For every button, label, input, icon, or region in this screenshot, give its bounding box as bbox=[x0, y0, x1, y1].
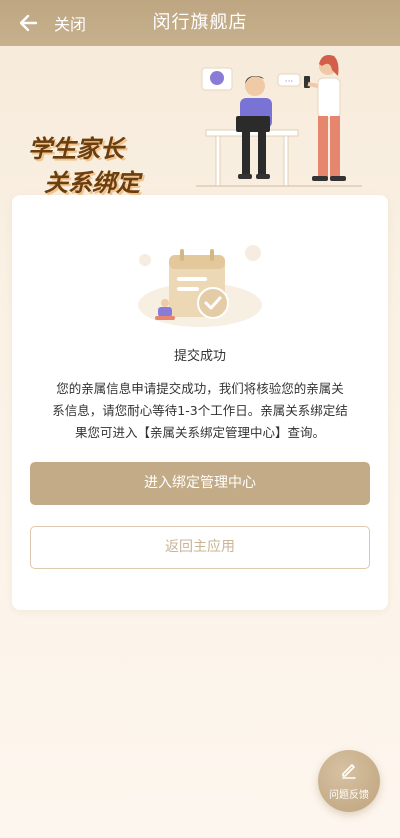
result-card: 提交成功 您的亲属信息申请提交成功，我们将核验您的亲属关系信息，请您耐心等待1-… bbox=[12, 195, 388, 610]
svg-text:···: ··· bbox=[285, 77, 294, 87]
hero-banner: 学生家长 关系绑定 ··· bbox=[0, 46, 400, 197]
return-main-app-button[interactable]: 返回主应用 bbox=[30, 526, 370, 569]
hero-title-line1: 学生家长 bbox=[28, 134, 124, 163]
feedback-button[interactable]: 问题反馈 bbox=[318, 750, 380, 812]
status-text: 提交成功 bbox=[173, 349, 226, 364]
top-bar: 关闭 闵行旗舰店 bbox=[0, 0, 400, 46]
page-title: 闵行旗舰店 bbox=[152, 12, 248, 33]
hero-title: 学生家长 关系绑定 bbox=[28, 132, 140, 200]
feedback-label: 问题反馈 bbox=[329, 790, 369, 801]
edit-pen-icon bbox=[342, 764, 356, 779]
hero-illustration: ··· bbox=[196, 55, 362, 187]
success-illustration bbox=[138, 245, 262, 327]
status-description: 您的亲属信息申请提交成功，我们将核验您的亲属关系信息，请您耐心等待1-3个工作日… bbox=[52, 381, 348, 440]
enter-binding-center-button[interactable]: 进入绑定管理中心 bbox=[30, 462, 370, 505]
